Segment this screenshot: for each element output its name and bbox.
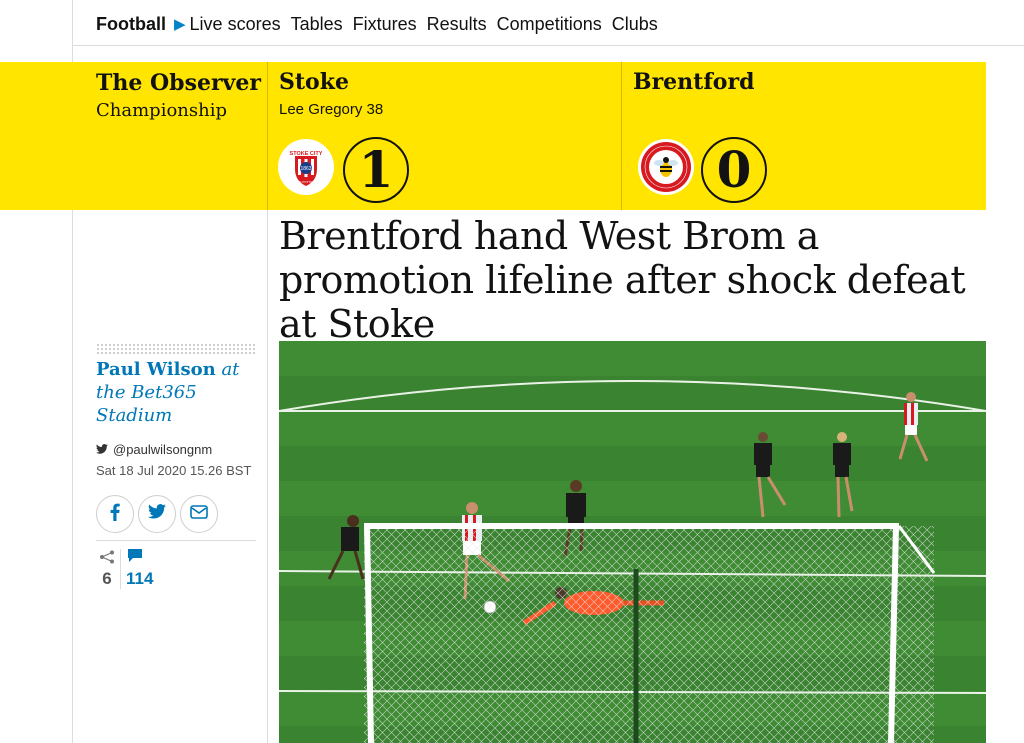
nav-clubs[interactable]: Clubs bbox=[612, 14, 658, 35]
author-twitter[interactable]: @paulwilsongnm bbox=[96, 442, 212, 457]
play-icon: ▶ bbox=[174, 16, 186, 33]
nav-fixtures[interactable]: Fixtures bbox=[353, 14, 417, 35]
comment-count-value: 114 bbox=[126, 569, 154, 588]
share-buttons bbox=[96, 495, 218, 533]
stoke-crest: STOKE CITY 1863 THE POTTERS bbox=[278, 139, 334, 195]
nav-competitions[interactable]: Competitions bbox=[497, 14, 602, 35]
nav-results[interactable]: Results bbox=[427, 14, 487, 35]
brentford-crest bbox=[638, 139, 694, 195]
crest-text: STOKE CITY bbox=[290, 151, 323, 157]
article-headline: Brentford hand West Brom a promotion lif… bbox=[279, 214, 966, 346]
left-guide-line bbox=[72, 0, 73, 62]
comment-count[interactable]: 114 bbox=[126, 548, 153, 589]
byline-dots bbox=[96, 343, 256, 355]
publication-title[interactable]: The Observer bbox=[96, 70, 261, 96]
count-divider bbox=[120, 549, 121, 589]
share-icon bbox=[99, 550, 115, 569]
twitter-icon bbox=[96, 442, 108, 457]
home-scorer: Lee Gregory 38 bbox=[279, 101, 384, 118]
goal-net bbox=[364, 523, 936, 743]
home-score: 1 bbox=[343, 137, 409, 203]
twitter-icon bbox=[148, 504, 166, 524]
band-separator bbox=[267, 62, 268, 210]
byline: Paul Wilson at the Bet365 Stadium bbox=[96, 358, 266, 427]
publish-date: Sat 18 Jul 2020 15.26 BST bbox=[96, 463, 252, 478]
nav-tables[interactable]: Tables bbox=[291, 14, 343, 35]
author-name[interactable]: Paul Wilson bbox=[96, 359, 216, 380]
competition-name[interactable]: Championship bbox=[96, 100, 227, 121]
column-guide-line bbox=[267, 210, 268, 743]
away-score: 0 bbox=[701, 137, 767, 203]
email-share-button[interactable] bbox=[180, 495, 218, 533]
share-count-value: 6 bbox=[102, 569, 112, 588]
left-guide-line-lower bbox=[72, 210, 73, 743]
nav-divider bbox=[72, 45, 1024, 46]
byline-divider bbox=[96, 540, 256, 541]
band-separator bbox=[621, 62, 622, 210]
home-team-name: Stoke bbox=[279, 69, 349, 95]
nav-section-football[interactable]: Football bbox=[96, 14, 166, 35]
match-photo bbox=[279, 341, 986, 743]
share-count[interactable]: 6 bbox=[96, 550, 118, 589]
twitter-share-button[interactable] bbox=[138, 495, 176, 533]
email-icon bbox=[190, 504, 208, 524]
football-nav: Football ▶ Live scores Tables Fixtures R… bbox=[96, 10, 658, 38]
facebook-icon bbox=[110, 503, 120, 526]
away-team-name: Brentford bbox=[633, 69, 755, 95]
svg-text:1863: 1863 bbox=[300, 166, 311, 172]
article-photo[interactable] bbox=[279, 341, 986, 743]
crest-motto: THE POTTERS bbox=[295, 180, 316, 184]
facebook-share-button[interactable] bbox=[96, 495, 134, 533]
article-counts: 6 114 bbox=[96, 548, 153, 589]
comment-icon bbox=[126, 548, 144, 569]
nav-live-scores[interactable]: Live scores bbox=[190, 14, 281, 35]
twitter-handle: @paulwilsongnm bbox=[113, 442, 213, 457]
